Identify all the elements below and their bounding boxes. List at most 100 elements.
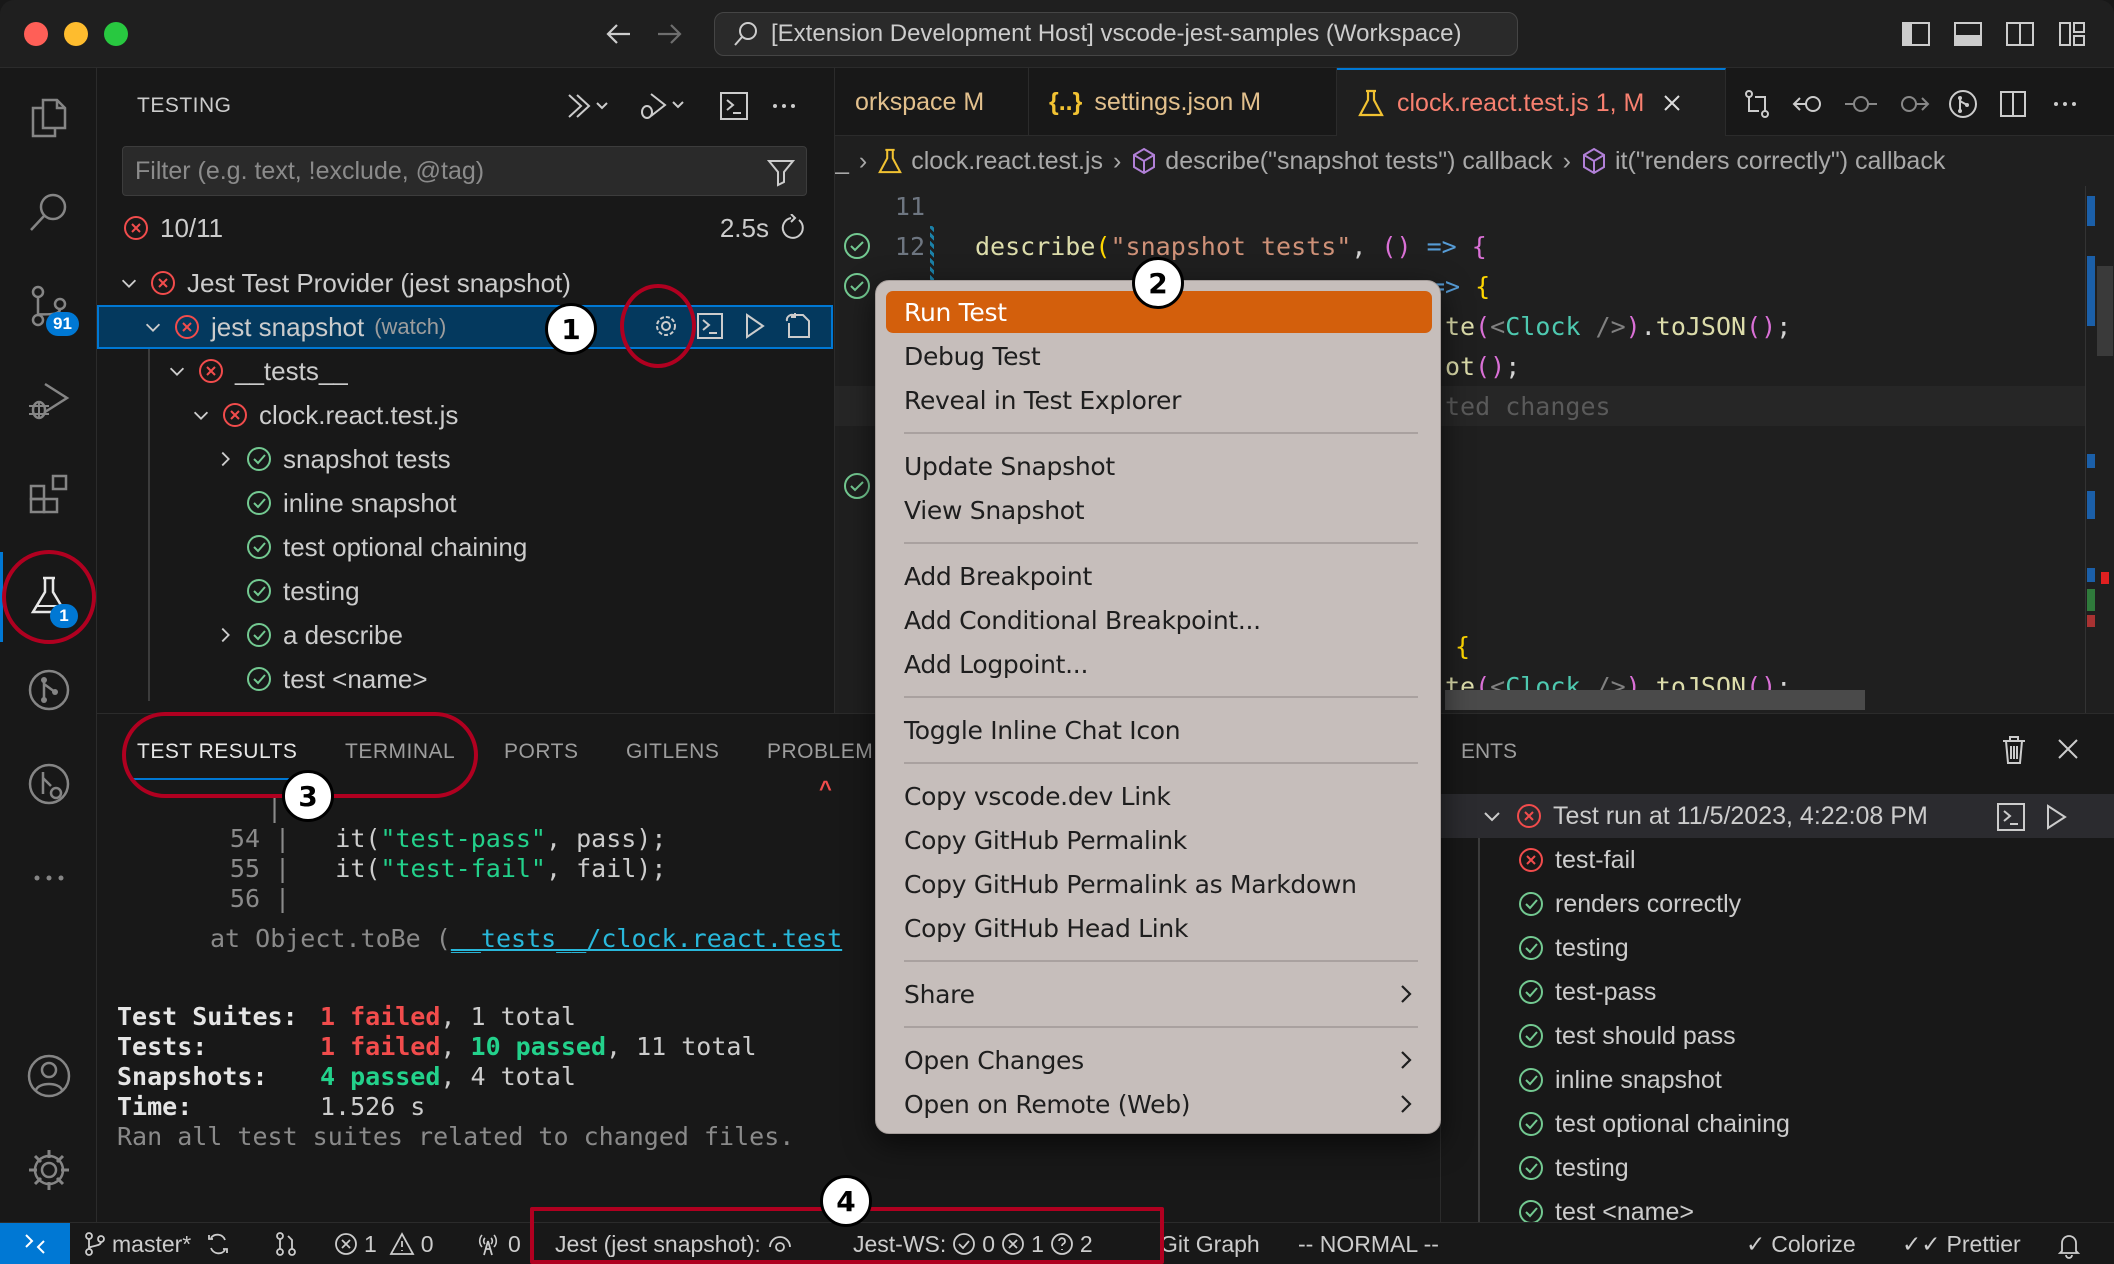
- remote-indicator[interactable]: [0, 1223, 70, 1264]
- trash-icon[interactable]: [1999, 734, 2029, 766]
- close-panel-icon[interactable]: [2055, 736, 2081, 762]
- problems-indicator[interactable]: 1 0: [334, 1223, 434, 1264]
- git-graph-status[interactable]: Git Graph: [1160, 1223, 1260, 1264]
- menu-item-open-changes[interactable]: Open Changes: [886, 1039, 1432, 1081]
- run-tests-button[interactable]: [565, 90, 611, 122]
- toggle-secondary-sidebar-icon[interactable]: [2004, 18, 2036, 50]
- close-tab-icon[interactable]: [1662, 93, 1682, 113]
- menu-item-copy-github-head-link[interactable]: Copy GitHub Head Link: [886, 907, 1432, 949]
- horizontal-scrollbar[interactable]: [1445, 690, 1865, 710]
- split-editor-icon[interactable]: [1997, 88, 2029, 120]
- test-result-item[interactable]: renders correctly: [1441, 882, 2114, 926]
- test-result-item[interactable]: test-fail: [1441, 838, 2114, 882]
- test-passed-gutter-icon[interactable]: [843, 472, 871, 500]
- chevron-down-icon[interactable]: [141, 315, 165, 339]
- activity-manage[interactable]: [0, 1130, 97, 1210]
- activity-git-graph[interactable]: [0, 650, 97, 730]
- previous-change-icon[interactable]: [1791, 88, 1827, 120]
- maximize-window-button[interactable]: [104, 22, 128, 46]
- terminal-icon[interactable]: [695, 311, 725, 341]
- commit-icon[interactable]: [1843, 88, 1879, 120]
- debug-tests-button[interactable]: [637, 90, 687, 122]
- chevron-down-icon[interactable]: [165, 359, 189, 383]
- test-tree-item[interactable]: snapshot tests: [97, 437, 833, 481]
- menu-item-debug-test[interactable]: Debug Test: [886, 335, 1432, 377]
- test-tree-item[interactable]: jest snapshot (watch): [97, 305, 833, 349]
- activity-extensions[interactable]: [0, 454, 97, 534]
- activity-search[interactable]: [0, 172, 97, 252]
- menu-item-copy-github-permalink[interactable]: Copy GitHub Permalink: [886, 819, 1432, 861]
- terminal-icon[interactable]: [1996, 802, 2026, 832]
- forward-arrow-icon[interactable]: [654, 20, 684, 48]
- rerun-icon[interactable]: [779, 214, 807, 242]
- test-passed-gutter-icon[interactable]: [843, 272, 871, 300]
- test-run-row[interactable]: Test run at 11/5/2023, 4:22:08 PM: [1441, 794, 2114, 838]
- git-graph-icon[interactable]: [1947, 88, 1979, 120]
- menu-item-add-logpoint[interactable]: Add Logpoint...: [886, 643, 1432, 685]
- open-changes-icon[interactable]: [1741, 88, 1773, 120]
- test-result-item[interactable]: testing: [1441, 1146, 2114, 1190]
- chevron-right-icon[interactable]: [213, 623, 237, 647]
- test-tree-item[interactable]: test <name>: [97, 657, 833, 701]
- close-window-button[interactable]: [24, 22, 48, 46]
- ports-indicator[interactable]: 0: [474, 1223, 521, 1264]
- tab-problems[interactable]: PROBLEM: [767, 740, 873, 764]
- tab-clock-react-test[interactable]: clock.react.test.js 1, M: [1337, 68, 1726, 136]
- activity-accounts[interactable]: [0, 1036, 97, 1116]
- test-result-item[interactable]: test optional chaining: [1441, 1102, 2114, 1146]
- pull-requests-indicator[interactable]: [274, 1223, 298, 1264]
- chevron-down-icon[interactable]: [117, 271, 141, 295]
- menu-item-view-snapshot[interactable]: View Snapshot: [886, 489, 1432, 531]
- tab-comments[interactable]: ENTS: [1461, 740, 1517, 764]
- rerun-play-icon[interactable]: [2041, 802, 2071, 832]
- test-result-item[interactable]: inline snapshot: [1441, 1058, 2114, 1102]
- bell-icon[interactable]: [2056, 1231, 2082, 1259]
- activity-source-control[interactable]: 91: [0, 266, 97, 346]
- breadcrumb-item[interactable]: _: [835, 147, 849, 176]
- test-tree-item[interactable]: a describe: [97, 613, 833, 657]
- test-tree-item[interactable]: testing: [97, 569, 833, 613]
- chevron-down-icon[interactable]: [189, 403, 213, 427]
- breadcrumb-item[interactable]: clock.react.test.js: [911, 147, 1103, 176]
- back-arrow-icon[interactable]: [604, 20, 634, 48]
- branch-indicator[interactable]: master*: [84, 1223, 231, 1264]
- tab-settings-json[interactable]: {..} settings.json M: [1029, 68, 1337, 136]
- test-tree-item[interactable]: __tests__: [97, 349, 833, 393]
- activity-more[interactable]: [0, 838, 97, 918]
- menu-item-share[interactable]: Share: [886, 973, 1432, 1015]
- menu-item-update-snapshot[interactable]: Update Snapshot: [886, 445, 1432, 487]
- toggle-primary-sidebar-icon[interactable]: [1900, 18, 1932, 50]
- prettier-status[interactable]: ✓✓ Prettier: [1902, 1223, 2021, 1264]
- activity-run-debug[interactable]: [0, 360, 97, 440]
- show-output-button[interactable]: [719, 90, 749, 122]
- test-result-item[interactable]: testing: [1441, 926, 2114, 970]
- menu-item-reveal-in-test-explorer[interactable]: Reveal in Test Explorer: [886, 379, 1432, 421]
- filter-icon[interactable]: [766, 157, 796, 187]
- activity-gitlens-inspect[interactable]: [0, 744, 97, 824]
- minimize-window-button[interactable]: [64, 22, 88, 46]
- test-passed-gutter-icon[interactable]: [843, 232, 871, 260]
- activity-explorer[interactable]: [0, 78, 97, 158]
- menu-item-add-conditional-breakpoint[interactable]: Add Conditional Breakpoint...: [886, 599, 1432, 641]
- breadcrumb-item[interactable]: it("renders correctly") callback: [1615, 147, 1945, 176]
- menu-item-copy-vscode-dev-link[interactable]: Copy vscode.dev Link: [886, 775, 1432, 817]
- menu-item-toggle-inline-chat-icon[interactable]: Toggle Inline Chat Icon: [886, 709, 1432, 751]
- toggle-panel-icon[interactable]: [1952, 18, 1984, 50]
- tab-ports[interactable]: PORTS: [504, 740, 578, 764]
- go-to-file-icon[interactable]: [783, 311, 813, 341]
- chevron-right-icon[interactable]: [213, 447, 237, 471]
- menu-item-add-breakpoint[interactable]: Add Breakpoint: [886, 555, 1432, 597]
- test-result-item[interactable]: test should pass: [1441, 1014, 2114, 1058]
- test-result-item[interactable]: test-pass: [1441, 970, 2114, 1014]
- sync-icon[interactable]: [205, 1231, 231, 1257]
- next-change-icon[interactable]: [1895, 88, 1931, 120]
- test-tree-item[interactable]: clock.react.test.js: [97, 393, 833, 437]
- test-tree-item[interactable]: inline snapshot: [97, 481, 833, 525]
- run-test-icon[interactable]: [739, 311, 769, 341]
- test-tree-item[interactable]: test optional chaining: [97, 525, 833, 569]
- breadcrumb-item[interactable]: describe("snapshot tests") callback: [1165, 147, 1552, 176]
- tab-gitlens[interactable]: GITLENS: [626, 740, 719, 764]
- command-center-search[interactable]: [Extension Development Host] vscode-jest…: [714, 12, 1518, 56]
- test-tree-item[interactable]: Jest Test Provider (jest snapshot): [97, 261, 833, 305]
- customize-layout-icon[interactable]: [2056, 18, 2088, 50]
